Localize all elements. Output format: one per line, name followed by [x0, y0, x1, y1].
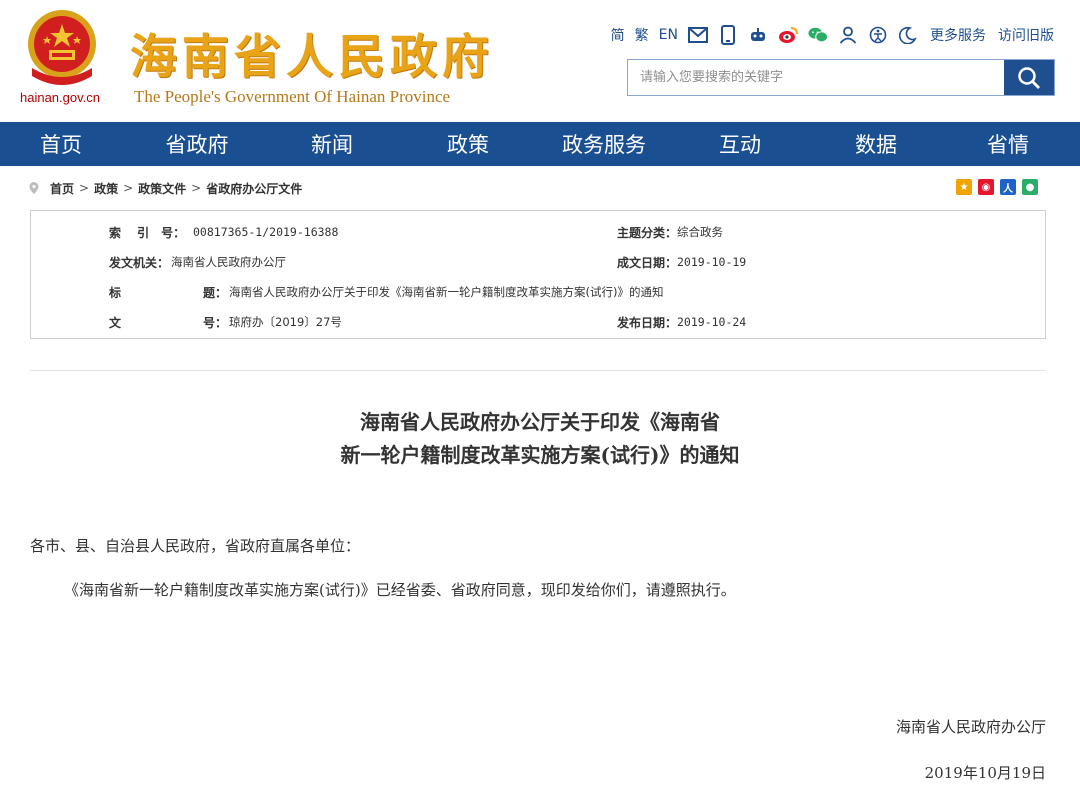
article-signer: 海南省人民政府办公厅: [895, 718, 1046, 736]
site-title[interactable]: 海南省人民政府: [130, 18, 494, 87]
site-domain: hainan.gov.cn: [20, 90, 100, 105]
title-label: 题：: [203, 286, 228, 300]
user-icon[interactable]: [838, 25, 858, 45]
nav-item-policy[interactable]: 政策: [392, 122, 544, 166]
article-salutation: 各市、县、自治县人民政府，省政府直属各单位：: [30, 537, 361, 555]
nav-item-government[interactable]: 省政府: [122, 122, 272, 166]
national-emblem-icon[interactable]: [22, 6, 102, 92]
doc-number-label: 号：: [203, 316, 228, 330]
doc-number-value: 琼府办〔2019〕27号: [229, 315, 342, 329]
nav-item-services[interactable]: 政务服务: [544, 122, 664, 166]
location-pin-icon: [29, 182, 39, 194]
title-label-char: 标: [109, 286, 122, 300]
article-title-line-2: 新一轮户籍制度改革实施方案(试行)》的通知: [340, 443, 740, 467]
breadcrumb: 首页 > 政策 > 政策文件 > 省政府办公厅文件: [28, 178, 302, 198]
article-title-line-1: 海南省人民政府办公厅关于印发《海南省: [360, 410, 720, 434]
accessibility-icon[interactable]: [868, 25, 888, 45]
breadcrumb-policy-files[interactable]: 政策文件: [138, 180, 186, 197]
article-paragraph: 《海南省新一轮户籍制度改革实施方案(试行)》已经省委、省政府同意，现印发给你们，…: [64, 581, 736, 599]
weibo-share-icon[interactable]: ◉: [978, 179, 994, 195]
created-date-label: 成文日期：: [617, 256, 678, 270]
mail-icon[interactable]: [688, 25, 708, 45]
search-input[interactable]: [628, 60, 1004, 95]
more-services-link[interactable]: 更多服务: [930, 25, 986, 45]
index-value: 00817365-1/2019-16388: [193, 225, 339, 239]
qzone-share-icon[interactable]: ★: [956, 179, 972, 195]
nav-item-home[interactable]: 首页: [0, 122, 122, 166]
divider: [30, 370, 1046, 371]
nav-item-data[interactable]: 数据: [816, 122, 936, 166]
weibo-icon[interactable]: [778, 25, 798, 45]
site-header: hainan.gov.cn 海南省人民政府 The People's Gover…: [0, 0, 1080, 122]
nav-item-province-info[interactable]: 省情: [936, 122, 1080, 166]
issuer-value: 海南省人民政府办公厅: [171, 255, 286, 269]
index-label: 索 引 号：: [109, 226, 186, 240]
search-button[interactable]: [1004, 60, 1054, 95]
created-date-value: 2019-10-19: [677, 255, 747, 269]
breadcrumb-home[interactable]: 首页: [50, 180, 74, 197]
document-info-box: 索 引 号： 00817365-1/2019-16388 主题分类： 综合政务 …: [30, 210, 1046, 339]
mobile-icon[interactable]: [718, 25, 738, 45]
nav-item-interaction[interactable]: 互动: [664, 122, 816, 166]
topic-label: 主题分类：: [617, 226, 678, 240]
breadcrumb-office-files[interactable]: 省政府办公厅文件: [206, 180, 302, 197]
old-version-link[interactable]: 访问旧版: [998, 25, 1054, 45]
robot-icon[interactable]: [748, 25, 768, 45]
breadcrumb-separator: >: [191, 181, 202, 195]
topic-value: 综合政务: [677, 225, 723, 239]
nav-item-news[interactable]: 新闻: [272, 122, 392, 166]
breadcrumb-separator: >: [79, 181, 90, 195]
simplified-chinese-link[interactable]: 简: [611, 25, 625, 45]
main-nav: 首页 省政府 新闻 政策 政务服务 互动 数据 省情: [0, 122, 1080, 166]
issuer-label: 发文机关：: [109, 256, 170, 270]
english-link[interactable]: EN: [659, 27, 678, 43]
breadcrumb-policy[interactable]: 政策: [94, 180, 118, 197]
breadcrumb-separator: >: [123, 181, 134, 195]
search-bar: [627, 59, 1055, 96]
wechat-share-icon[interactable]: ●: [1022, 179, 1038, 195]
wechat-icon[interactable]: [808, 25, 828, 45]
traditional-chinese-link[interactable]: 繁: [635, 25, 649, 45]
top-links: 简 繁 EN 更多服务 访问旧版: [611, 24, 1054, 46]
title-value: 海南省人民政府办公厅关于印发《海南省新一轮户籍制度改革实施方案(试行)》的通知: [229, 285, 664, 299]
share-bar: ★ ◉ 人 ●: [956, 179, 1038, 195]
search-icon: [1018, 66, 1040, 89]
elderly-mode-icon[interactable]: [898, 25, 918, 45]
site-subtitle: The People's Government Of Hainan Provin…: [134, 87, 451, 106]
article-date: 2019年10月19日: [924, 764, 1046, 782]
published-date-value: 2019-10-24: [677, 315, 747, 329]
renren-share-icon[interactable]: 人: [1000, 179, 1016, 195]
published-date-label: 发布日期：: [617, 316, 678, 330]
doc-number-label-char: 文: [109, 316, 122, 330]
